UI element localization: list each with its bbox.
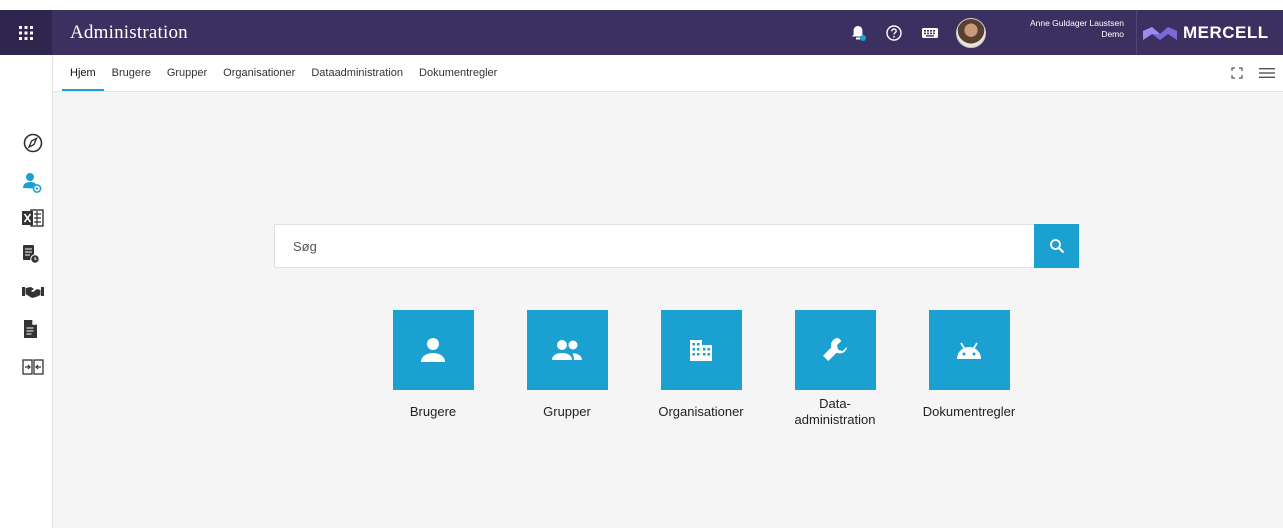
- building-icon: [690, 340, 712, 361]
- user-org: Demo: [1101, 28, 1124, 39]
- search-bar: [274, 224, 1079, 268]
- sidebar-item-documents-time[interactable]: [0, 238, 52, 270]
- people-icon: [552, 340, 582, 360]
- tab-dataadministration[interactable]: Dataadministration: [303, 55, 411, 91]
- fullscreen-icon[interactable]: [1231, 67, 1243, 79]
- tab-hjem[interactable]: Hjem: [62, 55, 104, 91]
- bell-icon[interactable]: [840, 10, 876, 55]
- keyboard-icon[interactable]: [912, 10, 948, 55]
- tile-icon-box[interactable]: [794, 310, 876, 390]
- brand-logo: MERCELL: [1136, 10, 1283, 55]
- user-settings-icon: [23, 173, 42, 193]
- person-icon: [421, 338, 445, 362]
- tile-label: Brugere: [409, 404, 457, 419]
- tile-dataadministration[interactable]: Data- administration: [768, 310, 902, 428]
- brand-name: MERCELL: [1183, 22, 1269, 42]
- help-icon[interactable]: [876, 10, 912, 55]
- menu-icon[interactable]: [1259, 67, 1275, 79]
- tile-grupper[interactable]: Grupper: [500, 310, 634, 428]
- tab-brugere[interactable]: Brugere: [104, 55, 159, 91]
- tile-icon-box[interactable]: [660, 310, 742, 390]
- sidebar: [0, 55, 53, 528]
- tile-icon-box[interactable]: [928, 310, 1010, 390]
- handshake-icon: [22, 287, 44, 298]
- avatar[interactable]: [956, 17, 986, 48]
- tab-dokumentregler[interactable]: Dokumentregler: [411, 55, 505, 91]
- search-button[interactable]: [1034, 224, 1079, 268]
- tile-dokumentregler[interactable]: Dokumentregler: [902, 310, 1036, 428]
- tab-grupper[interactable]: Grupper: [159, 55, 215, 91]
- tile-brugere[interactable]: Brugere: [366, 310, 500, 428]
- tile-label: Grupper: [543, 404, 591, 419]
- apps-grid-icon[interactable]: [0, 10, 52, 55]
- tile-icon-box[interactable]: [526, 310, 608, 390]
- tile-label: Organisationer: [658, 404, 744, 419]
- search-icon: [1049, 239, 1064, 254]
- sidebar-item-import-export[interactable]: [0, 351, 52, 383]
- compass-icon: [23, 133, 43, 153]
- file-icon: [24, 320, 37, 338]
- sidebar-item-files[interactable]: [0, 313, 52, 345]
- document-clock-icon: [23, 245, 40, 264]
- tile-label: Data- administration: [794, 396, 876, 427]
- android-icon: [957, 342, 981, 359]
- sidebar-item-excel[interactable]: [0, 202, 52, 234]
- user-info[interactable]: Anne Guldager Laustsen Demo: [994, 18, 1136, 40]
- sidebar-item-dashboard[interactable]: [0, 127, 52, 159]
- sidebar-item-user-admin[interactable]: [0, 167, 52, 199]
- tile-organisationer[interactable]: Organisationer: [634, 310, 768, 428]
- app-title: Administration: [70, 21, 188, 43]
- main-content: Brugere Grupper: [53, 92, 1283, 528]
- tile-icon-box[interactable]: [392, 310, 474, 390]
- user-name: Anne Guldager Laustsen: [1029, 17, 1124, 28]
- import-export-icon: [22, 359, 44, 375]
- tab-bar: Hjem Brugere Grupper Organisationer Data…: [52, 55, 1283, 92]
- tile-label: Dokumentregler: [922, 404, 1016, 419]
- wrench-icon: [823, 338, 847, 361]
- excel-icon: [22, 209, 44, 227]
- quick-tiles: Brugere Grupper Organisationer Data- adm…: [366, 310, 1036, 428]
- search-input[interactable]: [275, 225, 1034, 267]
- tab-organisationer[interactable]: Organisationer: [215, 55, 303, 91]
- sidebar-item-partners[interactable]: [0, 276, 52, 308]
- mercell-logo-icon: [1143, 26, 1177, 40]
- top-bar: Administration Anne Guldager Laustsen De…: [0, 10, 1283, 55]
